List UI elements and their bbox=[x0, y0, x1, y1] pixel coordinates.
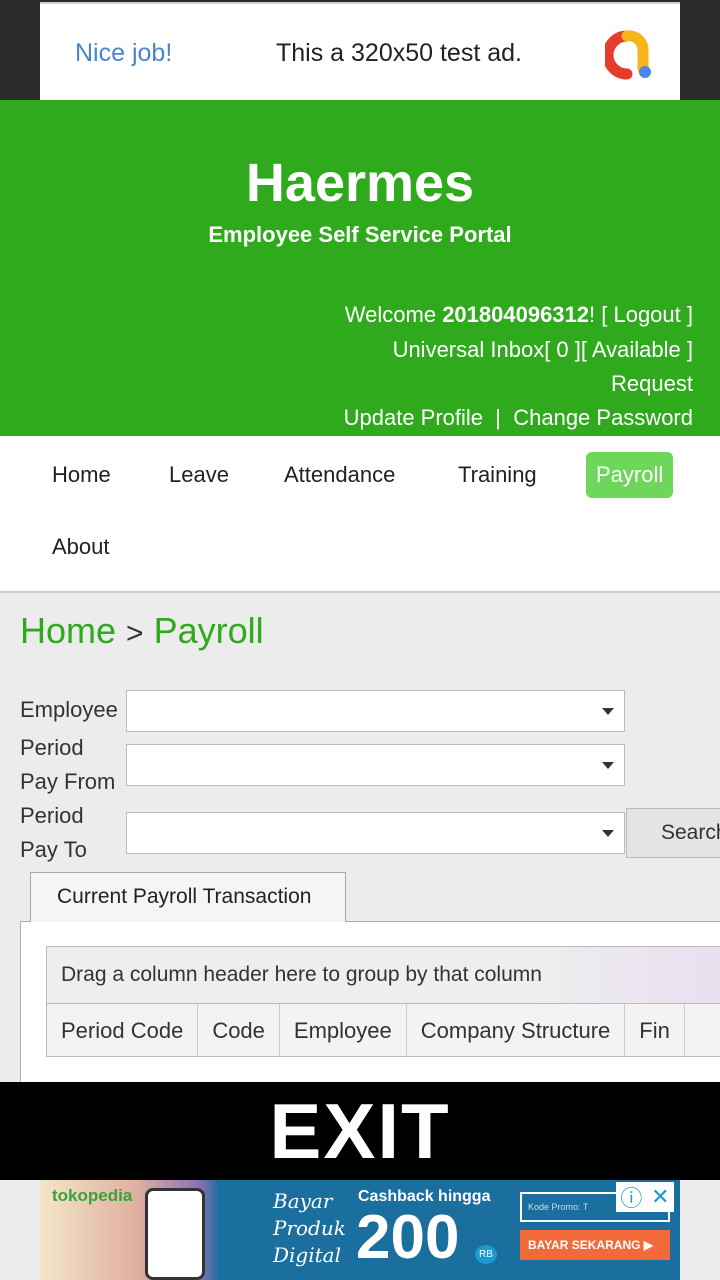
ad-tagline: Bayar Produk Digital bbox=[273, 1189, 346, 1267]
column-period-code[interactable]: Period Code bbox=[47, 1004, 199, 1056]
nav-attendance[interactable]: Attendance bbox=[274, 452, 405, 498]
top-ad-banner[interactable]: Nice job! This a 320x50 test ad. bbox=[0, 0, 720, 100]
ad-controls: ⓘ ✕ bbox=[616, 1182, 674, 1212]
ad-cta-button[interactable]: BAYAR SEKARANG ▶ bbox=[520, 1230, 670, 1260]
change-password-link[interactable]: Change Password bbox=[513, 405, 693, 430]
breadcrumb-current: Payroll bbox=[153, 610, 264, 651]
employee-select[interactable] bbox=[126, 690, 625, 732]
site-header: Haermes Employee Self Service Portal Wel… bbox=[0, 100, 720, 436]
nav-about[interactable]: About bbox=[42, 524, 120, 570]
phone-illustration bbox=[145, 1188, 205, 1280]
ad-brand: tokopedia bbox=[52, 1186, 133, 1205]
welcome-suffix: ! bbox=[589, 302, 602, 327]
period-pay-to-select[interactable] bbox=[126, 812, 625, 854]
admob-logo-icon bbox=[605, 30, 651, 80]
main-nav: Home Leave Attendance Training Payroll A… bbox=[0, 436, 720, 593]
chevron-down-icon bbox=[602, 708, 614, 715]
site-subtitle: Employee Self Service Portal bbox=[208, 222, 512, 247]
chevron-down-icon bbox=[602, 830, 614, 837]
request-link[interactable]: Request bbox=[611, 371, 693, 397]
profile-line: Update Profile | Change Password bbox=[344, 405, 693, 431]
inbox-line: Universal Inbox[ 0 ][ Available ] bbox=[393, 337, 693, 363]
ad-amount: 200 bbox=[356, 1203, 460, 1272]
logout-link[interactable]: [ Logout ] bbox=[601, 302, 693, 327]
column-company-structure[interactable]: Company Structure bbox=[407, 1004, 626, 1056]
separator: | bbox=[495, 405, 501, 430]
close-icon[interactable]: ✕ bbox=[651, 1184, 669, 1210]
column-employee[interactable]: Employee bbox=[280, 1004, 407, 1056]
exit-button[interactable]: EXIT bbox=[0, 1082, 720, 1180]
universal-inbox-link[interactable]: Universal Inbox[ 0 ] bbox=[393, 337, 581, 362]
nav-home[interactable]: Home bbox=[42, 452, 121, 498]
available-link[interactable]: [ Available ] bbox=[581, 337, 693, 362]
column-code[interactable]: Code bbox=[198, 1004, 280, 1056]
nav-leave[interactable]: Leave bbox=[159, 452, 239, 498]
period-to-label: Period Pay To bbox=[20, 803, 87, 862]
ad-text: This a 320x50 test ad. bbox=[276, 39, 522, 67]
group-by-panel[interactable]: Drag a column header here to group by th… bbox=[46, 946, 720, 1004]
ad-headline: Nice job! bbox=[75, 39, 173, 67]
site-title: Haermes bbox=[245, 153, 475, 213]
breadcrumb-separator: > bbox=[126, 617, 144, 650]
grid-header: Period Code Code Employee Company Struct… bbox=[46, 1003, 720, 1057]
ad-box[interactable]: Nice job! This a 320x50 test ad. bbox=[40, 2, 680, 100]
breadcrumb-home[interactable]: Home bbox=[20, 610, 116, 651]
welcome-line: Welcome 201804096312! [ Logout ] bbox=[345, 302, 693, 328]
bottom-ad-banner[interactable]: tokopedia Bayar Produk Digital Cashback hi… bbox=[40, 1180, 680, 1280]
chevron-down-icon bbox=[602, 762, 614, 769]
nav-training[interactable]: Training bbox=[448, 452, 547, 498]
period-pay-from-select[interactable] bbox=[126, 744, 625, 786]
column-fin[interactable]: Fin bbox=[625, 1004, 685, 1056]
nav-payroll[interactable]: Payroll bbox=[586, 452, 674, 498]
info-icon[interactable]: ⓘ bbox=[620, 1181, 642, 1213]
tab-current-payroll-transaction[interactable]: Current Payroll Transaction bbox=[30, 872, 346, 922]
update-profile-link[interactable]: Update Profile bbox=[344, 405, 483, 430]
ad-unit: RB bbox=[475, 1245, 497, 1264]
welcome-text: Welcome bbox=[344, 302, 443, 327]
period-from-label: Period Pay From bbox=[20, 735, 116, 794]
employee-label: Employee bbox=[20, 697, 118, 722]
search-button[interactable]: Search bbox=[626, 808, 720, 858]
user-id: 201804096312 bbox=[442, 302, 590, 327]
breadcrumb: Home > Payroll bbox=[20, 610, 264, 652]
